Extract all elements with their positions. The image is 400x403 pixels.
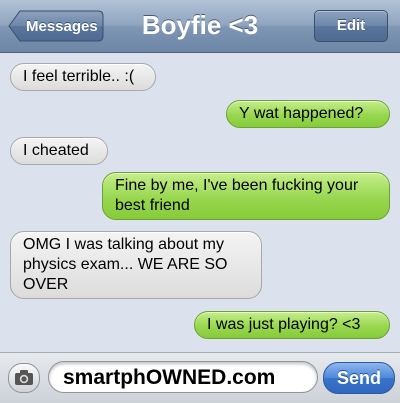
message-received: I feel terrible.. :(: [10, 63, 156, 91]
message-received: I cheated: [10, 137, 108, 165]
camera-button[interactable]: [8, 363, 40, 393]
camera-icon: [15, 370, 33, 385]
message-received: OMG I was talking about my physics exam.…: [10, 231, 262, 299]
composer-bar: smartphOWNED.com Send: [0, 352, 400, 403]
message-sent: Y wat happened?: [226, 100, 390, 128]
message-sent: Fine by me, I've been fucking your best …: [102, 172, 390, 220]
message-input[interactable]: smartphOWNED.com: [48, 361, 318, 393]
send-button[interactable]: Send: [323, 362, 395, 394]
message-sent: I was just playing? <3: [194, 311, 390, 339]
edit-button[interactable]: Edit: [314, 10, 388, 42]
message-thread[interactable]: I feel terrible.. :( Y wat happened? I c…: [0, 53, 400, 343]
nav-bar: Messages Boyfie <3 Edit: [0, 0, 400, 53]
